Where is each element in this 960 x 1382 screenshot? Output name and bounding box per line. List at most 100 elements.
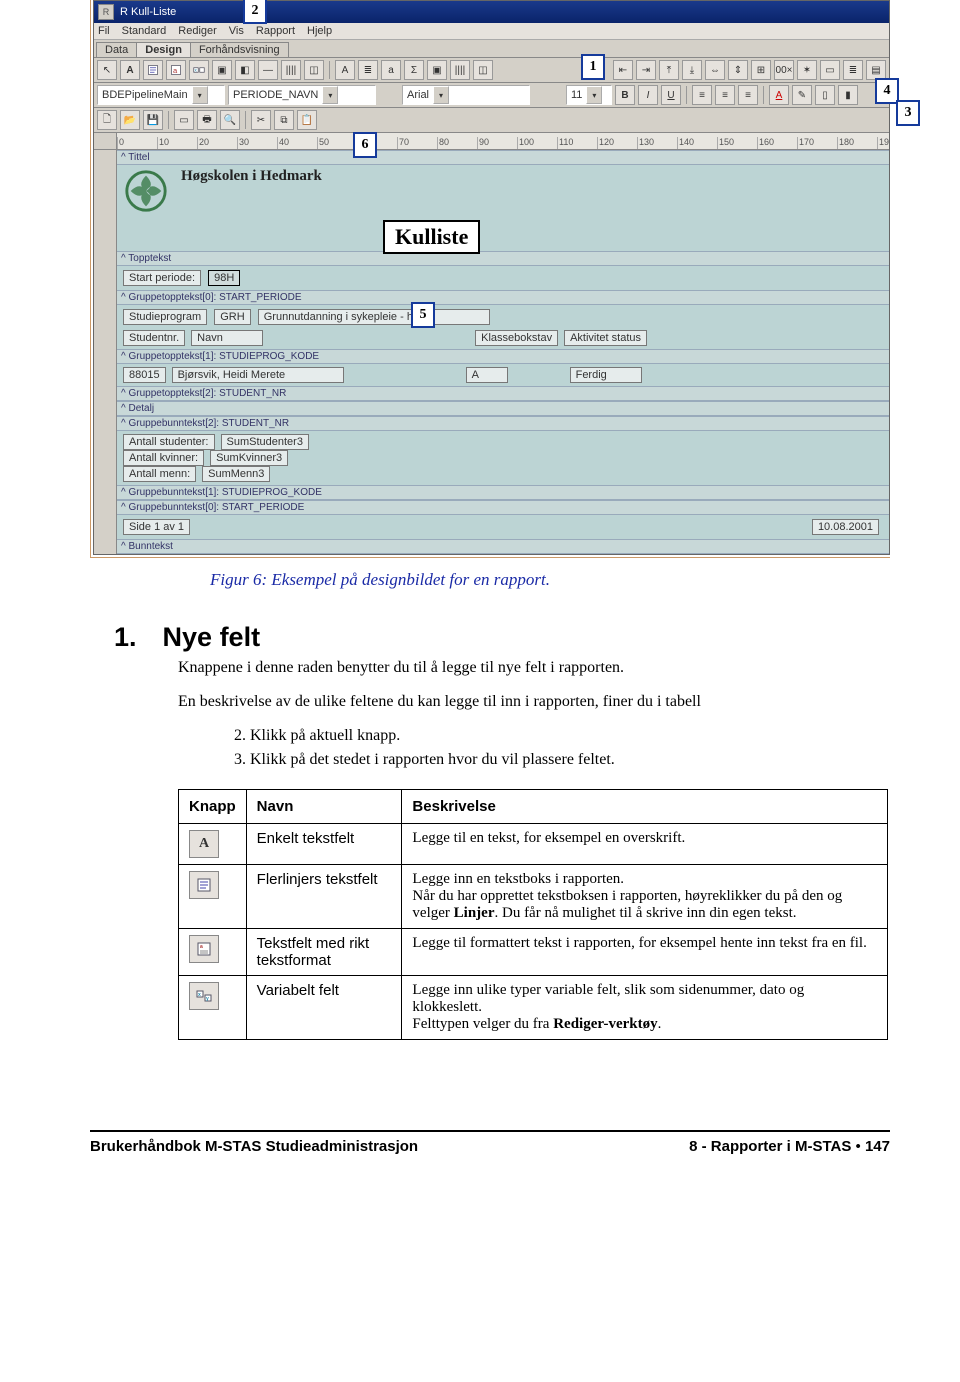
tool-image-icon[interactable]: ▣ bbox=[212, 60, 232, 80]
tool-misc-5-icon[interactable]: ▤ bbox=[866, 60, 886, 80]
menu-fil[interactable]: Fil bbox=[98, 25, 110, 37]
space-vert-icon[interactable]: ⇕ bbox=[728, 60, 748, 80]
app-icon: R bbox=[98, 4, 114, 20]
row-name: Enkelt tekstfelt bbox=[246, 824, 402, 865]
field-antall-stud-label[interactable]: Antall studenter: bbox=[123, 434, 215, 450]
open-icon[interactable]: 📂 bbox=[120, 110, 140, 130]
field-student-id[interactable]: 88015 bbox=[123, 367, 166, 383]
tool-dbchart-icon[interactable]: ◫ bbox=[473, 60, 493, 80]
table-row: Flerlinjers tekstfelt Legge inn en tekst… bbox=[179, 865, 888, 929]
field-antall-stud-value[interactable]: SumStudenter3 bbox=[221, 434, 309, 450]
field-studieprogram-label[interactable]: Studieprogram bbox=[123, 309, 207, 325]
combo-font[interactable]: Arial ▾ bbox=[402, 85, 530, 105]
dropdown-icon[interactable]: ▾ bbox=[192, 86, 208, 104]
menubar[interactable]: Fil Standard Rediger Vis Rapport Hjelp bbox=[94, 23, 889, 40]
combo-field[interactable]: PERIODE_NAVN ▾ bbox=[228, 85, 376, 105]
field-klasse-value[interactable]: A bbox=[466, 367, 508, 383]
tool-misc-2-icon[interactable]: ✶ bbox=[797, 60, 817, 80]
menu-hjelp[interactable]: Hjelp bbox=[307, 25, 332, 37]
italic-icon[interactable]: I bbox=[638, 85, 658, 105]
tool-text-icon[interactable]: A bbox=[120, 60, 140, 80]
field-klasse-label[interactable]: Klassebokstav bbox=[475, 330, 558, 346]
tool-shape-icon[interactable]: ◧ bbox=[235, 60, 255, 80]
layers-icon[interactable]: ≣ bbox=[843, 60, 863, 80]
font-color-icon[interactable]: A bbox=[769, 85, 789, 105]
align-left-edge-icon[interactable]: ⇤ bbox=[613, 60, 633, 80]
save-icon[interactable]: 💾 bbox=[143, 110, 163, 130]
new-icon[interactable]: 🗋 bbox=[97, 110, 117, 130]
section-groupfoot1-label: ^ Gruppebunntekst[1]: STUDIEPROG_KODE bbox=[117, 485, 889, 500]
menu-vis[interactable]: Vis bbox=[229, 25, 244, 37]
tool-misc-3-icon[interactable]: ▭ bbox=[820, 60, 840, 80]
print-icon[interactable]: 🖶 bbox=[197, 110, 217, 130]
space-horiz-icon[interactable]: ⇔ bbox=[705, 60, 725, 80]
report-title[interactable]: Kulliste bbox=[383, 220, 480, 254]
field-page-number[interactable]: Side 1 av 1 bbox=[123, 519, 190, 535]
svg-text:x: x bbox=[198, 992, 201, 998]
field-antall-menn-value[interactable]: SumMenn3 bbox=[202, 466, 270, 482]
menu-rapport[interactable]: Rapport bbox=[256, 25, 295, 37]
tool-dbmemo-icon[interactable]: ≣ bbox=[358, 60, 378, 80]
cut-icon[interactable]: ✂ bbox=[251, 110, 271, 130]
combo-size-value: 11 bbox=[571, 89, 582, 101]
align-right-edge-icon[interactable]: ⇥ bbox=[636, 60, 656, 80]
section-heading: 1.Nye felt bbox=[114, 622, 890, 653]
field-date[interactable]: 10.08.2001 bbox=[812, 519, 879, 535]
field-studieprogram-text[interactable]: Grunnutdanning i sykepleie - heltid bbox=[258, 309, 490, 325]
align-bottom-edge-icon[interactable]: ⤓ bbox=[682, 60, 702, 80]
tool-richtext-icon[interactable]: a bbox=[166, 60, 186, 80]
table-row: xy Variabelt felt Legge inn ulike typer … bbox=[179, 976, 888, 1040]
tool-memo-icon[interactable] bbox=[143, 60, 163, 80]
design-canvas[interactable]: ^ Tittel Høgskolen i Hedmark Kulliste ^ … bbox=[117, 150, 889, 554]
align-top-edge-icon[interactable]: ⤒ bbox=[659, 60, 679, 80]
menu-rediger[interactable]: Rediger bbox=[178, 25, 217, 37]
paste-icon[interactable]: 📋 bbox=[297, 110, 317, 130]
tool-line-icon[interactable]: — bbox=[258, 60, 278, 80]
align-right-icon[interactable]: ≡ bbox=[738, 85, 758, 105]
tab-preview[interactable]: Forhåndsvisning bbox=[190, 42, 289, 57]
combo-datasource[interactable]: BDEPipelineMain ▾ bbox=[97, 85, 225, 105]
tab-design[interactable]: Design bbox=[136, 42, 191, 57]
separator bbox=[763, 86, 764, 104]
tool-dbcalc-icon[interactable]: Σ bbox=[404, 60, 424, 80]
tool-dbimage-icon[interactable]: ▣ bbox=[427, 60, 447, 80]
align-left-icon[interactable]: ≡ bbox=[692, 85, 712, 105]
field-navn-label[interactable]: Navn bbox=[191, 330, 263, 346]
page-setup-icon[interactable]: ▭ bbox=[174, 110, 194, 130]
align-center-icon[interactable]: ≡ bbox=[715, 85, 735, 105]
combo-size[interactable]: 11 ▾ bbox=[566, 85, 612, 105]
bring-front-icon[interactable]: ▯ bbox=[815, 85, 835, 105]
menu-standard[interactable]: Standard bbox=[122, 25, 167, 37]
tool-variable-icon[interactable]: x bbox=[189, 60, 209, 80]
field-studentnr-label[interactable]: Studentnr. bbox=[123, 330, 185, 346]
field-studieprogram-code[interactable]: GRH bbox=[214, 309, 250, 325]
tool-dbbarcode-icon[interactable]: |||| bbox=[450, 60, 470, 80]
tool-chart-icon[interactable]: ◫ bbox=[304, 60, 324, 80]
field-antall-kv-value[interactable]: SumKvinner3 bbox=[210, 450, 288, 466]
tool-pointer-icon[interactable]: ↖ bbox=[97, 60, 117, 80]
tool-dbtext-icon[interactable]: A bbox=[335, 60, 355, 80]
preview-icon[interactable]: 🔍 bbox=[220, 110, 240, 130]
tool-misc-1-icon[interactable]: 00× bbox=[774, 60, 794, 80]
field-start-periode-value[interactable]: 98H bbox=[208, 270, 240, 286]
field-antall-menn-label[interactable]: Antall menn: bbox=[123, 466, 196, 482]
bold-icon[interactable]: B bbox=[615, 85, 635, 105]
underline-icon[interactable]: U bbox=[661, 85, 681, 105]
highlight-icon[interactable]: ✎ bbox=[792, 85, 812, 105]
field-antall-kv-label[interactable]: Antall kvinner: bbox=[123, 450, 204, 466]
section-group1-label: ^ Gruppetopptekst[1]: STUDIEPROG_KODE bbox=[117, 349, 889, 364]
tool-barcode-icon[interactable]: |||| bbox=[281, 60, 301, 80]
copy-icon[interactable]: ⧉ bbox=[274, 110, 294, 130]
center-horiz-icon[interactable]: ⊞ bbox=[751, 60, 771, 80]
field-aktivitet-value[interactable]: Ferdig bbox=[570, 367, 642, 383]
dropdown-icon[interactable]: ▾ bbox=[433, 86, 449, 104]
tool-dbrich-icon[interactable]: a bbox=[381, 60, 401, 80]
send-back-icon[interactable]: ▮ bbox=[838, 85, 858, 105]
dropdown-icon[interactable]: ▾ bbox=[586, 86, 602, 104]
step-item: Klikk på aktuell knapp. bbox=[250, 727, 890, 745]
field-start-periode-label[interactable]: Start periode: bbox=[123, 270, 201, 286]
dropdown-icon[interactable]: ▾ bbox=[322, 86, 338, 104]
field-aktivitet-label[interactable]: Aktivitet status bbox=[564, 330, 647, 346]
tab-data[interactable]: Data bbox=[96, 42, 137, 57]
field-student-name[interactable]: Bjørsvik, Heidi Merete bbox=[172, 367, 344, 383]
